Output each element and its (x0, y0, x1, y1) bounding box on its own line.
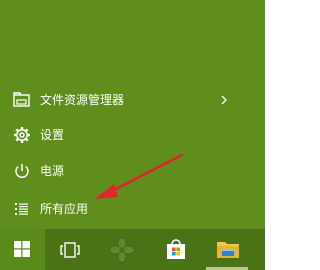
pinned-app-icon (109, 237, 135, 267)
taskbar-store-button[interactable] (152, 229, 200, 270)
taskbar-pinned-app[interactable] (100, 229, 146, 270)
store-icon (165, 238, 187, 264)
taskbar-file-explorer-button[interactable] (204, 229, 252, 270)
task-view-icon (60, 241, 80, 263)
start-button[interactable] (0, 229, 45, 270)
windows-start-icon (14, 241, 30, 261)
task-view-button[interactable] (47, 229, 92, 270)
file-explorer-icon (216, 238, 240, 264)
annotation-arrow (95, 153, 184, 199)
taskbar (0, 229, 265, 270)
